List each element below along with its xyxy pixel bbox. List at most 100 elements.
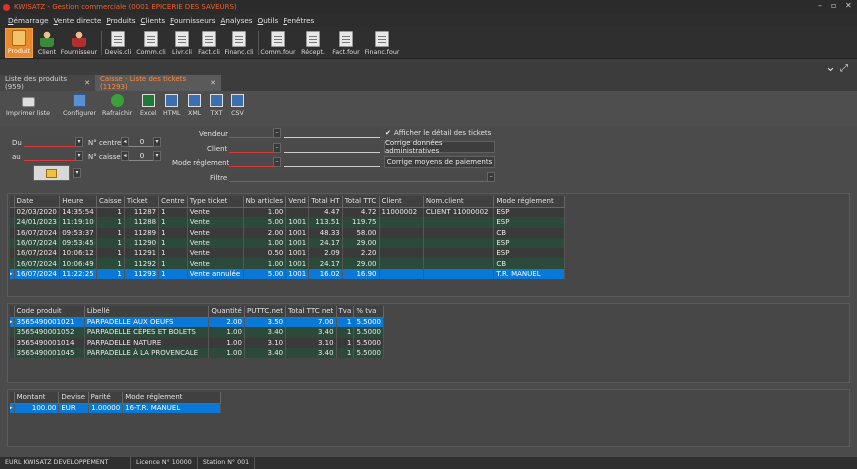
column-header[interactable]: Code produit: [14, 306, 85, 318]
calendar-button[interactable]: [33, 165, 70, 181]
maximize-button[interactable]: ▫: [831, 1, 836, 10]
export-excel-button[interactable]: Excel: [140, 94, 157, 117]
lookup-button[interactable]: –: [487, 172, 495, 182]
column-header[interactable]: % tva: [353, 306, 384, 318]
column-header[interactable]: Tva: [336, 306, 355, 318]
chevron-left-icon[interactable]: ◂: [121, 151, 129, 161]
fix-payment-button[interactable]: Corrige moyens de paiements: [384, 156, 495, 168]
chevron-down-icon[interactable]: ▾: [153, 137, 161, 147]
ribbon-financ-cli-button[interactable]: Financ.cli: [224, 28, 254, 58]
ribbon-fact-four-button[interactable]: Fact.four: [332, 28, 360, 58]
ribbon-comm-four-button[interactable]: Comm.four: [260, 28, 296, 58]
lookup-button[interactable]: –: [273, 143, 281, 153]
table-cell: 4.47: [308, 207, 343, 218]
export-xml-button[interactable]: XML: [188, 94, 201, 117]
column-header[interactable]: Libellé: [84, 306, 210, 318]
fix-admin-data-button[interactable]: Corrige données administratives: [384, 139, 495, 155]
ribbon-client-button[interactable]: Client: [35, 28, 59, 58]
table-row[interactable]: 16/07/2024 09:53:37 1 11289 1 Vente 2.00 1001 48…: [10, 227, 565, 238]
ribbon-recept-button[interactable]: Récept.: [300, 28, 326, 58]
chevron-down-icon[interactable]: ▾: [75, 137, 83, 147]
column-header[interactable]: Parité: [88, 392, 124, 404]
table-row[interactable]: 02/03/2020 14:35:54 1 11287 1 Vente 1.00 4.47 4.…: [10, 207, 565, 218]
lookup-button[interactable]: –: [273, 157, 281, 167]
column-header[interactable]: Total TTC: [342, 196, 380, 208]
table-row[interactable]: 16/07/2024 10:06:49 1 11292 1 Vente 1.00 1001 24…: [10, 258, 565, 269]
column-header[interactable]: Total HT: [308, 196, 343, 208]
centre-input[interactable]: 0: [129, 137, 153, 147]
table-row[interactable]: 3565490001045 PARPADELLE À LA PROVENCALE 1…: [10, 347, 384, 359]
configure-button[interactable]: Configurer: [63, 94, 96, 117]
table-row[interactable]: 16/07/2024 09:53:45 1 11290 1 Vente 1.00 1001 24…: [10, 237, 565, 249]
ribbon-produit-button[interactable]: Produit: [5, 28, 33, 58]
menu-demarrage[interactable]: Démarrage: [8, 16, 49, 25]
export-html-button[interactable]: HTML: [163, 94, 181, 117]
date-to-field[interactable]: [24, 151, 76, 161]
column-header[interactable]: Nom.client: [423, 196, 495, 208]
chevron-down-icon[interactable]: ▾: [73, 168, 81, 178]
column-header[interactable]: Client: [379, 196, 424, 208]
ribbon-fact-cli-button[interactable]: Fact.cli: [197, 28, 221, 58]
table-row[interactable]: ▸ 100.00 EUR 1.00000 16-T.R. MANUEL: [10, 403, 221, 414]
mode-reglement-field[interactable]: [229, 157, 273, 167]
caisse-input[interactable]: 0: [129, 151, 153, 161]
table-row[interactable]: 3565490001014 PARPADELLE NATURE 1.00 3.10 3.…: [10, 337, 384, 348]
column-header[interactable]: Total TTC net: [285, 306, 337, 318]
menu-outils[interactable]: Outils: [258, 16, 279, 25]
chevron-down-icon[interactable]: ⌄: [825, 60, 836, 75]
export-txt-button[interactable]: TXT: [210, 94, 223, 117]
close-button[interactable]: ✕: [845, 1, 852, 10]
detail-checkbox[interactable]: ✔ Afficher le détail des tickets: [385, 129, 491, 137]
close-tab-icon[interactable]: ✕: [210, 79, 216, 87]
column-header[interactable]: Montant: [14, 392, 60, 404]
menu-analyses[interactable]: Analyses: [220, 16, 252, 25]
printer-icon: [21, 97, 35, 107]
menu-clients[interactable]: Clients: [141, 16, 166, 25]
column-header[interactable]: Centre: [158, 196, 188, 208]
vendeur-field[interactable]: [229, 128, 273, 138]
chevron-down-icon[interactable]: ▾: [153, 151, 161, 161]
column-header[interactable]: Mode réglement: [122, 392, 221, 404]
filtre-field[interactable]: [229, 172, 487, 182]
menu-fournisseurs[interactable]: Fournisseurs: [170, 16, 215, 25]
export-csv-button[interactable]: CSV: [231, 94, 244, 117]
date-from-field[interactable]: [24, 137, 76, 147]
column-header[interactable]: Vend: [285, 196, 310, 208]
close-tab-icon[interactable]: ✕: [84, 79, 90, 87]
menu-fenetres[interactable]: Fenêtres: [283, 16, 314, 25]
table-row[interactable]: ▸ 3565490001021 PARPADELLE AUX OEUFS 2.00 3.…: [10, 317, 384, 328]
minimize-button[interactable]: –: [818, 1, 822, 10]
column-header[interactable]: Quantité: [208, 306, 245, 318]
lookup-button[interactable]: –: [273, 128, 281, 138]
column-header[interactable]: Type ticket: [187, 196, 244, 208]
column-header[interactable]: PUTTC.net: [244, 306, 287, 318]
chevron-left-icon[interactable]: ◂: [121, 137, 129, 147]
ribbon-fournisseur-button[interactable]: Fournisseur: [61, 28, 97, 58]
column-header[interactable]: Date: [14, 196, 61, 208]
table-cell: 3.10: [285, 337, 337, 348]
chevron-down-icon[interactable]: ▾: [75, 151, 83, 161]
column-header[interactable]: Caisse: [96, 196, 125, 208]
ribbon-financ-four-button[interactable]: Financ.four: [365, 28, 399, 58]
print-list-button[interactable]: Imprimer liste: [6, 94, 50, 117]
table-row[interactable]: 16/07/2024 10:06:12 1 11291 1 Vente 0.50 1001 2.…: [10, 248, 565, 259]
expand-icon[interactable]: ⤢: [840, 63, 848, 74]
menu-produits[interactable]: Produits: [106, 16, 135, 25]
ribbon-livr-cli-button[interactable]: Livr.cli: [170, 28, 194, 58]
table-row[interactable]: ▸ 16/07/2024 11:22:25 1 11293 1 Vente annulée 5…: [10, 268, 565, 280]
menu-vente-directe[interactable]: Vente directe: [54, 16, 102, 25]
refresh-button[interactable]: Rafraichir: [102, 94, 132, 117]
client-field[interactable]: [229, 143, 273, 153]
ribbon-devis-cli-button[interactable]: Devis.cli: [105, 28, 131, 58]
column-header[interactable]: Ticket: [124, 196, 160, 208]
table-row[interactable]: 24/01/2023 11:19:10 1 11288 1 Vente 5.00 1001 11…: [10, 217, 565, 228]
column-header[interactable]: Heure: [59, 196, 97, 208]
table-cell: 24.17: [308, 258, 343, 269]
column-header[interactable]: Mode réglement: [493, 196, 565, 208]
tab-liste-tickets[interactable]: Caisse - Liste des tickets (11293) ✕: [95, 75, 221, 91]
column-header[interactable]: Nb articles: [243, 196, 287, 208]
column-header[interactable]: Devise: [58, 392, 89, 404]
table-row[interactable]: 3565490001052 PARPADELLE CÈPES ET BOLETS 1…: [10, 327, 384, 338]
tab-liste-produits[interactable]: Liste des produits (959) ✕: [0, 75, 95, 91]
ribbon-comm-cli-button[interactable]: Comm.cli: [136, 28, 166, 58]
